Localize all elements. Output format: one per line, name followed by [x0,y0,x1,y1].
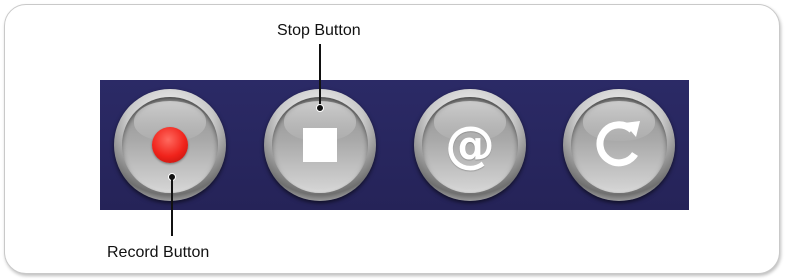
stop-button-callout-line [319,44,321,108]
refresh-button-face [571,97,667,193]
stop-button-callout-label: Stop Button [277,22,361,39]
control-panel: @ [100,80,689,210]
refresh-button[interactable] [563,89,675,201]
at-sign-icon: @ [422,97,518,193]
refresh-icon [571,97,667,193]
stop-button-callout-dot [316,104,324,112]
record-button-callout-line [171,178,173,236]
record-button[interactable] [114,89,226,201]
stop-square-icon [303,128,337,162]
at-sign-glyph: @ [445,116,495,174]
email-button[interactable]: @ [414,89,526,201]
email-button-face: @ [422,97,518,193]
record-button-callout-label: Record Button [107,244,210,261]
record-dot-icon [152,127,188,163]
